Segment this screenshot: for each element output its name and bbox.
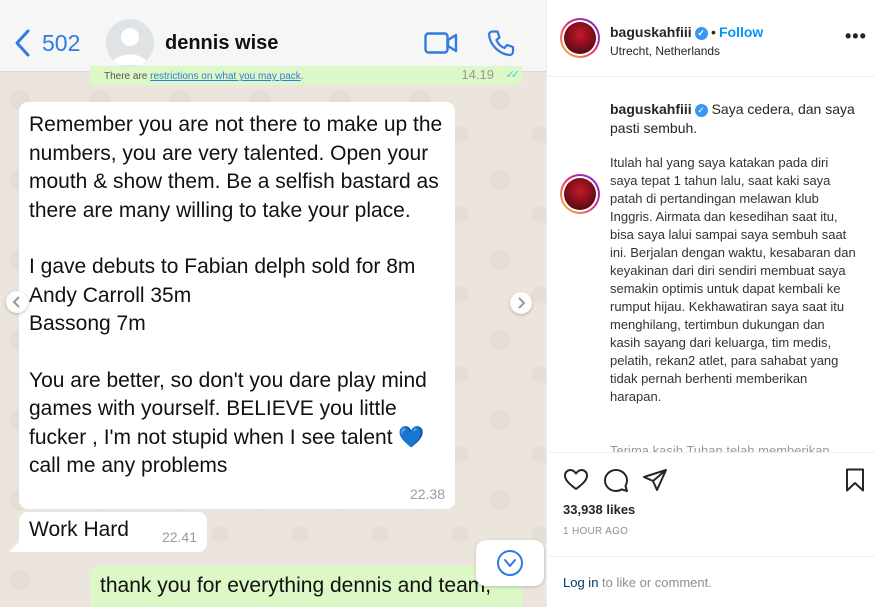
post-actions: 33,938 likes 1 HOUR AGO Log in to like o… xyxy=(547,452,875,607)
restrictions-link[interactable]: restrictions on what you may pack xyxy=(150,71,301,82)
comment-bubble-icon[interactable] xyxy=(603,467,629,493)
likes-count[interactable]: 33,938 likes xyxy=(563,502,635,517)
like-heart-icon[interactable] xyxy=(563,467,589,493)
caption-user-avatar[interactable] xyxy=(560,174,600,214)
message-time: 22.38 xyxy=(409,486,445,502)
scroll-to-bottom-button[interactable] xyxy=(476,540,544,586)
caption-cut-line: Terima kasih Tuhan telah memberikan xyxy=(610,443,830,452)
message-time: 22.41 xyxy=(161,529,197,545)
carousel-prev-button[interactable] xyxy=(6,291,28,313)
caption-username[interactable]: baguskahfiii xyxy=(610,101,692,117)
outgoing-message: thank you for everything dennis and team… xyxy=(90,566,522,607)
notice-suffix: . xyxy=(300,71,304,82)
login-suffix: to like or comment. xyxy=(598,575,712,590)
contact-avatar[interactable] xyxy=(106,19,154,67)
post-timestamp[interactable]: 1 HOUR AGO xyxy=(563,526,628,537)
notice-time: 14.19 xyxy=(461,67,494,82)
separator-dot: • xyxy=(711,24,716,40)
verified-badge-icon: ✓ xyxy=(694,27,708,40)
message-text: Work Hard xyxy=(29,518,129,541)
more-options-icon[interactable]: ••• xyxy=(845,26,867,47)
caption-area: baguskahfiii ✓ Saya cedera, dan saya past… xyxy=(547,78,875,452)
login-bar: Log in to like or comment. xyxy=(547,556,875,607)
carousel-next-button[interactable] xyxy=(510,292,532,314)
restrictions-notice-bubble: There are restrictions on what you may p… xyxy=(90,66,522,85)
follow-button[interactable]: Follow xyxy=(719,24,763,40)
share-send-icon[interactable] xyxy=(642,467,668,493)
login-link[interactable]: Log in xyxy=(563,575,598,590)
back-chevron-icon[interactable] xyxy=(12,28,34,58)
post-location[interactable]: Utrecht, Netherlands xyxy=(610,44,720,58)
notice-prefix: There are xyxy=(104,71,151,82)
verified-badge-icon: ✓ xyxy=(694,104,708,117)
whatsapp-screenshot: 502 dennis wise There are restrictions o… xyxy=(0,0,546,607)
save-bookmark-icon[interactable] xyxy=(842,467,868,493)
message-paragraph: You are better, so don't you dare play m… xyxy=(29,368,427,478)
chat-header: 502 dennis wise xyxy=(0,0,546,72)
user-avatar[interactable] xyxy=(560,18,600,58)
login-prompt: Log in to like or comment. xyxy=(563,575,712,590)
back-unread-count[interactable]: 502 xyxy=(42,30,80,57)
contact-name[interactable]: dennis wise xyxy=(165,32,278,55)
video-call-icon[interactable] xyxy=(424,31,458,55)
post-header: baguskahfiii ✓ • Follow Utrecht, Netherla… xyxy=(547,0,875,77)
phone-call-icon[interactable] xyxy=(487,29,515,57)
message-paragraph: I gave debuts to Fabian delph sold for 8… xyxy=(29,255,416,335)
caption-body: Itulah hal yang saya katakan pada diri s… xyxy=(610,155,856,404)
incoming-message-short: Work Hard 22.41 xyxy=(9,512,207,552)
caption-headline: baguskahfiii ✓ Saya cedera, dan saya past… xyxy=(610,100,860,138)
incoming-message-long: Remember you are not there to make up th… xyxy=(19,102,455,509)
read-ticks-icon: ✓✓ xyxy=(505,69,521,81)
post-username[interactable]: baguskahfiii ✓ xyxy=(610,24,708,40)
username-text[interactable]: baguskahfiii xyxy=(610,24,692,40)
instagram-post-panel: baguskahfiii ✓ • Follow Utrecht, Netherla… xyxy=(546,0,875,607)
message-paragraph: Remember you are not there to make up th… xyxy=(29,113,443,222)
